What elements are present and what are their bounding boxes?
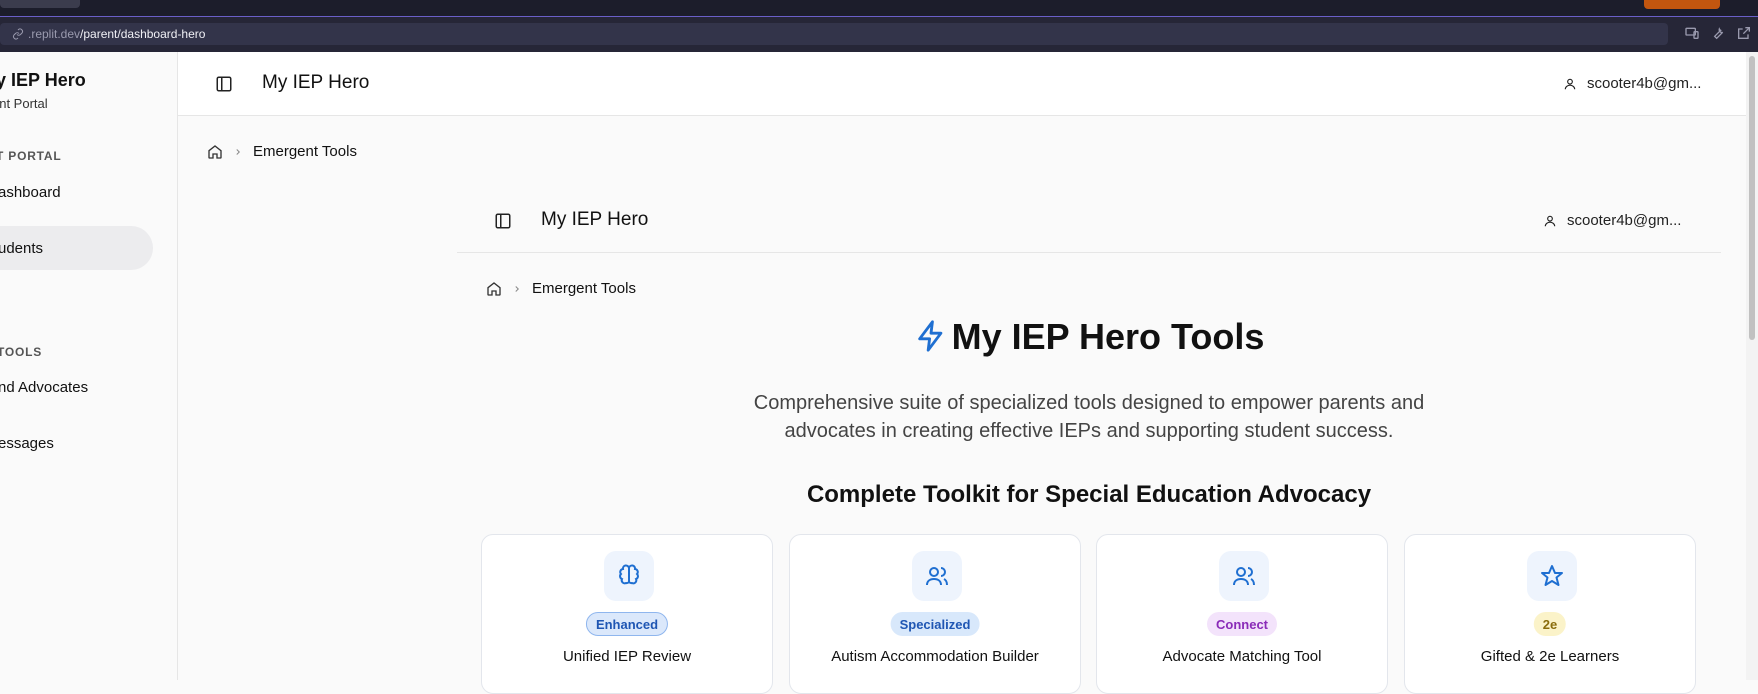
wrench-icon[interactable]: [1710, 25, 1726, 41]
toolkit-heading: Complete Toolkit for Special Education A…: [806, 481, 1372, 508]
users-icon: [1219, 551, 1269, 601]
embedded-header: My IEP Hero scooter4b@gm...: [457, 189, 1721, 253]
browser-tab[interactable]: [0, 0, 80, 8]
address-bar: .replit.dev/parent/dashboard-hero: [0, 16, 1758, 52]
badge-enhanced: Enhanced: [585, 612, 669, 636]
browser-action-button[interactable]: [1644, 0, 1720, 9]
sidebar-item-dashboard[interactable]: ashboard: [0, 170, 153, 214]
chevron-right-icon: [236, 148, 240, 155]
hero-title-text: My IEP Hero Tools: [951, 316, 1265, 357]
embedded-sidebar-toggle-icon[interactable]: [494, 212, 512, 230]
browser-tab-strip: [0, 0, 1758, 16]
tool-card-autism-builder[interactable]: Specialized Autism Accommodation Builder: [789, 534, 1081, 694]
user-menu[interactable]: scooter4b@gm...: [1563, 75, 1701, 92]
embedded-user-email: scooter4b@gm...: [1567, 212, 1682, 229]
url-field[interactable]: .replit.dev/parent/dashboard-hero: [0, 23, 1668, 45]
users-icon: [912, 551, 962, 601]
tool-card-gifted-2e[interactable]: 2e Gifted & 2e Learners: [1404, 534, 1696, 694]
embedded-breadcrumb: Emergent Tools: [486, 280, 636, 297]
card-title: Advocate Matching Tool: [1162, 648, 1322, 665]
embedded-breadcrumb-current: Emergent Tools: [532, 280, 636, 297]
chevron-right-icon: [515, 285, 519, 292]
card-title: Gifted & 2e Learners: [1480, 648, 1620, 665]
page-scrollbar[interactable]: [1746, 52, 1758, 680]
tool-card-iep-review[interactable]: Enhanced Unified IEP Review: [481, 534, 773, 694]
url-tools: [1684, 25, 1752, 41]
app-root: y IEP Hero ent Portal T PORTAL ashboard …: [0, 52, 1758, 694]
sidebar-app-subtitle: ent Portal: [0, 96, 48, 111]
tool-cards: Enhanced Unified IEP Review Specialized …: [481, 534, 1699, 694]
sidebar-app-title: y IEP Hero: [0, 70, 86, 90]
user-icon: [1564, 78, 1576, 89]
embedded-page: My IEP Hero scooter4b@gm... Emergent Too…: [457, 189, 1721, 694]
home-icon[interactable]: [486, 281, 502, 297]
home-icon[interactable]: [207, 144, 223, 160]
external-link-icon[interactable]: [1736, 25, 1752, 41]
user-email: scooter4b@gm...: [1587, 75, 1702, 92]
hero-title: My IEP Hero Tools: [457, 316, 1721, 358]
embedded-app-title: My IEP Hero: [541, 209, 649, 230]
top-header: My IEP Hero scooter4b@gm...: [178, 52, 1746, 116]
badge-specialized: Specialized: [890, 612, 980, 636]
embedded-user-menu[interactable]: scooter4b@gm...: [1543, 212, 1681, 229]
link-icon: [13, 28, 23, 40]
hero-description: Comprehensive suite of specialized tools…: [753, 392, 1425, 442]
sidebar-section-portal: T PORTAL: [0, 149, 62, 163]
breadcrumb: Emergent Tools: [207, 143, 357, 160]
header-app-title: My IEP Hero: [262, 72, 370, 93]
url-path: /parent/dashboard-hero: [80, 27, 206, 41]
sidebar-item-advocates[interactable]: nd Advocates: [0, 365, 153, 409]
star-icon: [1527, 551, 1577, 601]
sidebar-toggle-icon[interactable]: [215, 75, 233, 93]
tool-card-advocate-matching[interactable]: Connect Advocate Matching Tool: [1096, 534, 1388, 694]
url-host: .replit.dev: [28, 27, 81, 41]
badge-connect: Connect: [1207, 612, 1277, 636]
devices-icon[interactable]: [1684, 25, 1700, 41]
sidebar-item-students[interactable]: udents: [0, 226, 153, 270]
card-title: Unified IEP Review: [562, 648, 692, 665]
user-icon: [1544, 215, 1556, 226]
lightning-icon: [917, 320, 942, 352]
breadcrumb-current: Emergent Tools: [253, 143, 357, 160]
scrollbar-thumb[interactable]: [1749, 56, 1755, 340]
sidebar-section-tools: TOOLS: [0, 345, 43, 359]
badge-2e: 2e: [1533, 612, 1567, 636]
brain-icon: [604, 551, 654, 601]
main-content: My IEP Hero scooter4b@gm... Emergent Too…: [178, 52, 1746, 694]
card-title: Autism Accommodation Builder: [831, 648, 1039, 665]
sidebar-item-messages[interactable]: essages: [0, 421, 153, 465]
sidebar: y IEP Hero ent Portal T PORTAL ashboard …: [0, 52, 178, 680]
